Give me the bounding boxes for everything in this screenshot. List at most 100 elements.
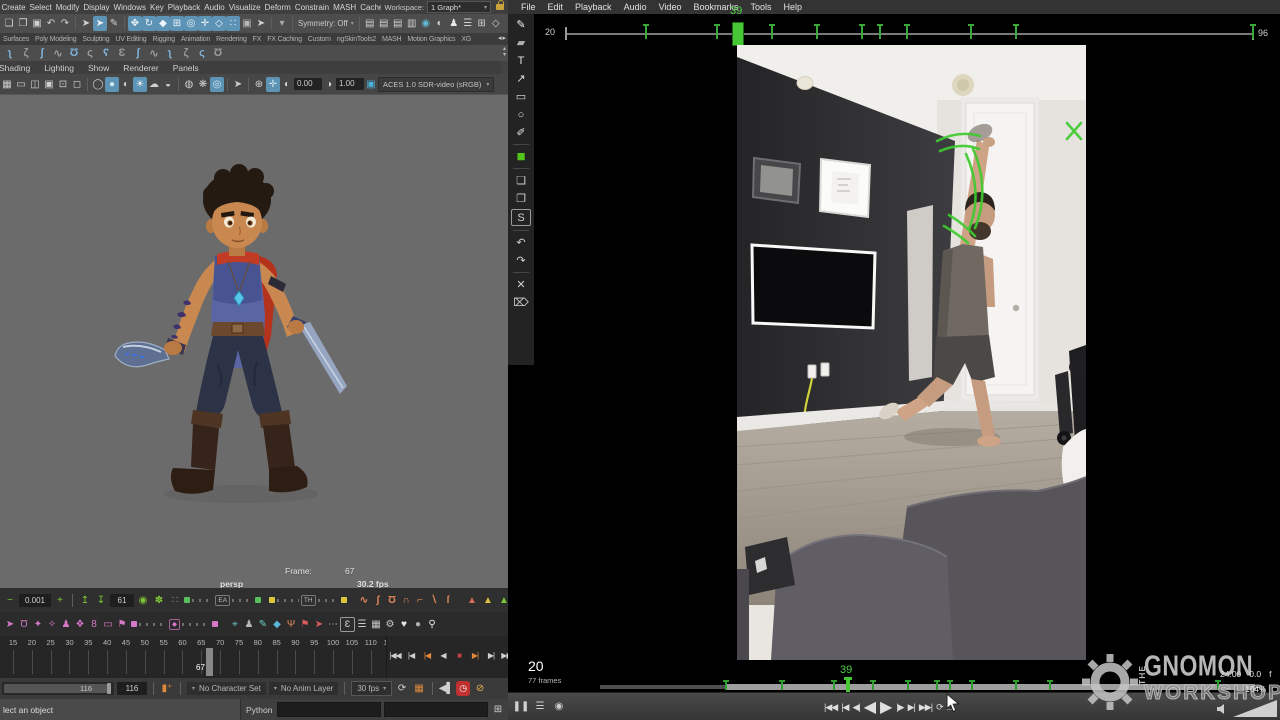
color-swatch[interactable]: ■ [512, 149, 530, 164]
render-settings-icon[interactable]: ▥ [405, 16, 419, 31]
timeline-tick[interactable] [352, 650, 353, 674]
ease-curve-icon-6[interactable]: ∖ [427, 593, 441, 608]
player-menu-help[interactable]: Help [778, 2, 807, 12]
snapshot-icon[interactable]: S [511, 209, 531, 226]
auto-key-icon[interactable]: ⊘ [473, 681, 487, 696]
character-model[interactable] [113, 164, 349, 506]
step-back-frame-button[interactable]: |◀ [404, 648, 418, 663]
character-gray-icon[interactable]: ♟ [242, 617, 256, 632]
anim-curve-icon-4[interactable]: ∿ [50, 46, 66, 61]
field-chart-icon[interactable]: ⊡ [56, 77, 70, 92]
bookmark-tick[interactable] [936, 680, 938, 690]
anim-curve-icon-1[interactable]: ʅ [2, 46, 18, 61]
info-list-icon[interactable]: ☰ [533, 699, 547, 714]
rotate-tool-icon[interactable]: ↻ [142, 16, 156, 31]
timeline-tick[interactable] [13, 650, 14, 674]
maya-menu-key[interactable]: Key [149, 3, 166, 12]
player-menu-audio[interactable]: Audio [619, 2, 652, 12]
grid-display-icon[interactable]: ▦ [0, 77, 14, 92]
range-slider[interactable]: 116 [2, 682, 114, 695]
command-input[interactable] [277, 702, 381, 717]
search-icon[interactable]: ⚲ [425, 617, 439, 632]
bookmark-tick[interactable] [771, 24, 773, 39]
shadows-icon[interactable]: ☁ [147, 77, 161, 92]
select-camera-icon[interactable]: ➤ [231, 77, 245, 92]
lasso-select-icon[interactable]: ➤ [93, 16, 107, 31]
panel-menu-panels[interactable]: Panels [167, 63, 207, 73]
dropdown-caret-icon[interactable]: ▾ [275, 16, 289, 31]
anim-curve-icon-13[interactable]: ς [194, 46, 210, 61]
pink-key-dot[interactable] [131, 621, 137, 627]
tree-icon[interactable]: ✽ [152, 593, 166, 608]
speaker-icon[interactable]: ◀▌ [439, 681, 453, 696]
resolution-gate-icon[interactable]: ◫ [28, 77, 42, 92]
volume-slider[interactable] [1233, 700, 1277, 717]
arrow-tool-icon[interactable]: ↗ [512, 71, 530, 86]
colorspace-dropdown[interactable]: ACES 1.0 SDR-video (sRGB) ▾ [378, 77, 494, 92]
current-frame-marker[interactable] [846, 677, 850, 692]
gamma-icon[interactable]: ◑ [322, 77, 336, 92]
anim-curve-icon-9[interactable]: ʃ [130, 46, 146, 61]
ao-icon[interactable]: ◒ [161, 77, 175, 92]
bookmark-tick[interactable] [816, 24, 818, 39]
shelf-tab-sculpting[interactable]: Sculpting [79, 36, 112, 43]
palette-icon[interactable]: ◉ [552, 699, 566, 714]
flag-pink-icon[interactable]: ⚑ [115, 617, 129, 632]
stop-button[interactable]: ■ [452, 648, 466, 663]
prev-annotated-frame-icon[interactable]: ❏ [512, 173, 530, 188]
render-sequence-icon[interactable]: ▤ [391, 16, 405, 31]
bookmark-tick[interactable] [1252, 24, 1254, 39]
ease-curve-icon-7[interactable]: ſ [441, 593, 455, 608]
save-scene-icon[interactable]: ▣ [30, 16, 44, 31]
end-frame-field[interactable]: 116 [117, 682, 147, 695]
magnet-icon[interactable]: Ʊ [17, 617, 31, 632]
delete-annotation-icon[interactable]: ✕ [512, 277, 530, 292]
use-lights-icon[interactable]: ☀ [133, 77, 147, 92]
shelf-tab-motion-graphics[interactable]: Motion Graphics [404, 36, 458, 43]
sliders-icon[interactable]: ☰ [355, 617, 369, 632]
marker-tool-icon[interactable]: ✐ [512, 125, 530, 140]
maya-menu-modify[interactable]: Modify [54, 3, 81, 12]
anim-curve-icon-3[interactable]: ʃ [34, 46, 50, 61]
yellow-key-dot[interactable] [341, 597, 347, 603]
green-key-dot[interactable] [255, 597, 261, 603]
ellipse-tool-icon[interactable]: ○ [512, 107, 530, 122]
gamma-field[interactable]: 1.00 [336, 78, 364, 90]
shelf-tab-animation[interactable]: Animation [178, 36, 213, 43]
tween-value-field[interactable]: 0.001 [19, 594, 51, 607]
animbot-clock-icon[interactable]: ◷ [456, 681, 470, 696]
fps-dropdown[interactable]: 30 fps ▾ [351, 681, 392, 696]
panel-menu-renderer[interactable]: Renderer [117, 63, 166, 73]
flag-red-icon[interactable]: ⚑ [298, 617, 312, 632]
command-result[interactable] [384, 702, 488, 717]
snap-plane-icon[interactable]: ◇ [212, 16, 226, 31]
eight-icon[interactable]: 8 [87, 617, 101, 632]
anim-curve-icon-10[interactable]: ∿ [146, 46, 162, 61]
th-badge[interactable]: TH [301, 595, 316, 606]
pivot-icon[interactable]: ⊕ [252, 77, 266, 92]
table-icon[interactable]: ▦ [369, 617, 383, 632]
undo-icon[interactable]: ↶ [512, 235, 530, 250]
snap-point-icon[interactable]: ✛ [198, 16, 212, 31]
bookmark-tick[interactable] [1217, 680, 1219, 690]
bookmark-tick[interactable] [1015, 24, 1017, 39]
bookmark-tick[interactable] [949, 680, 951, 690]
ease-curve-icon-5[interactable]: ⌐ [413, 593, 427, 608]
shelf-scrollbar[interactable]: ▴▾ [503, 46, 506, 58]
step-forward-frame-button[interactable]: ▶| [484, 648, 498, 663]
top-timeline[interactable]: 39 [565, 22, 1253, 46]
maya-menu-audio[interactable]: Audio [203, 3, 226, 12]
maya-menu-display[interactable]: Display [82, 3, 111, 12]
bookmark-tick[interactable] [725, 680, 727, 690]
prev-marked-frame-button[interactable]: |◀ [841, 702, 848, 713]
bookmark-tick[interactable] [861, 24, 863, 39]
panel-menu-lighting[interactable]: Lighting [38, 63, 82, 73]
bookmark-tick[interactable] [645, 24, 647, 39]
anim-curve-icon-8[interactable]: Ɛ [114, 46, 130, 61]
timeline-tick[interactable] [107, 650, 108, 674]
bookmark-tick[interactable] [1015, 680, 1017, 690]
shelf-tab-rendering[interactable]: Rendering [213, 36, 250, 43]
reference-video-frame[interactable] [737, 45, 1086, 660]
texture-sphere-icon[interactable]: ◉ [419, 16, 433, 31]
plus-button[interactable]: + [53, 593, 67, 608]
